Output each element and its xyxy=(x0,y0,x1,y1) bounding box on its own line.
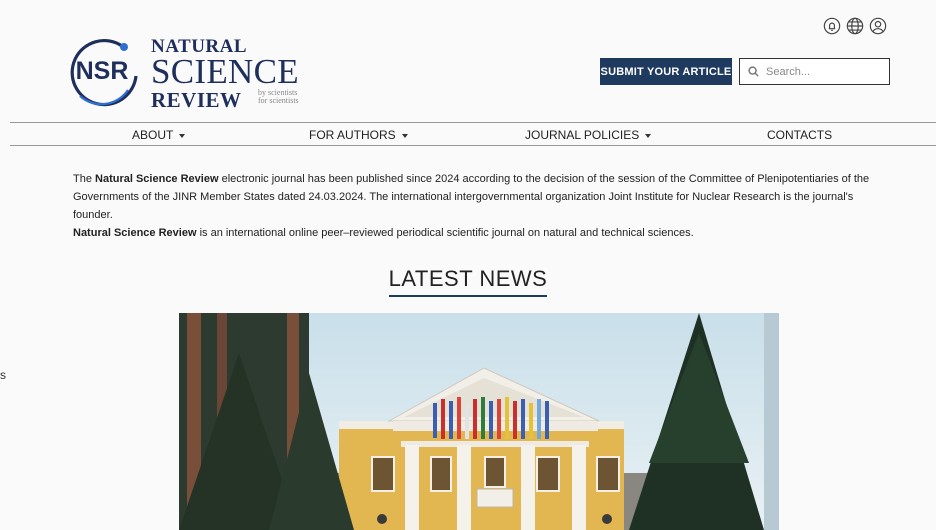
nav-item-label: FOR AUTHORS xyxy=(309,128,396,142)
latest-news-title: LATEST NEWS xyxy=(388,266,548,297)
logo-tagline: by scientists for scientists xyxy=(258,89,299,105)
top-icons xyxy=(822,16,887,35)
logo-word-review: REVIEW xyxy=(151,88,242,112)
journal-name-bold: Natural Science Review xyxy=(73,227,197,239)
nav-item-label: JOURNAL POLICIES xyxy=(525,128,640,142)
nav-item-for-authors[interactable]: FOR AUTHORS xyxy=(309,128,408,142)
nav-item-label: CONTACTS xyxy=(767,128,833,142)
edge-glyph: s xyxy=(0,368,6,382)
nav-item-label: ABOUT xyxy=(132,128,174,142)
user-icon[interactable] xyxy=(868,16,887,35)
journal-name-bold: Natural Science Review xyxy=(95,173,219,185)
logo-mark-text: NSR xyxy=(76,57,129,85)
bell-icon[interactable] xyxy=(822,16,841,35)
search-icon xyxy=(748,66,759,77)
nav-item-journal-policies[interactable]: JOURNAL POLICIES xyxy=(525,128,652,142)
submit-article-button[interactable]: SUBMIT YOUR ARTICLE xyxy=(600,58,732,85)
intro-text: The Natural Science Review electronic jo… xyxy=(73,170,893,242)
caret-down-icon xyxy=(179,133,186,138)
globe-icon[interactable] xyxy=(845,16,864,35)
latest-news-heading: LATEST NEWS xyxy=(0,266,936,297)
news-photo[interactable] xyxy=(179,313,779,530)
intro-p1-pre: The xyxy=(73,173,96,185)
intro-p2-post: is an international online peer–reviewed… xyxy=(196,227,694,239)
search-box[interactable] xyxy=(739,58,890,85)
site-logo[interactable]: NSR NATURAL SCIENCE REVIEW by scientists… xyxy=(66,34,306,114)
intro-paragraph-1: The Natural Science Review electronic jo… xyxy=(73,170,893,224)
logo-tagline-2: for scientists xyxy=(258,96,299,105)
logo-word-science: SCIENCE xyxy=(151,52,299,91)
nav-item-contacts[interactable]: CONTACTS xyxy=(767,128,832,142)
building-photo-illustration xyxy=(179,313,779,530)
nav-item-about[interactable]: ABOUT xyxy=(132,128,186,142)
intro-paragraph-2: Natural Science Review is an internation… xyxy=(73,224,893,242)
caret-down-icon xyxy=(401,133,408,138)
main-nav: ABOUT FOR AUTHORS JOURNAL POLICIES CONTA… xyxy=(10,122,936,146)
caret-down-icon xyxy=(645,133,652,138)
search-input[interactable] xyxy=(766,65,886,78)
nsr-logo-mark: NSR xyxy=(70,38,138,107)
